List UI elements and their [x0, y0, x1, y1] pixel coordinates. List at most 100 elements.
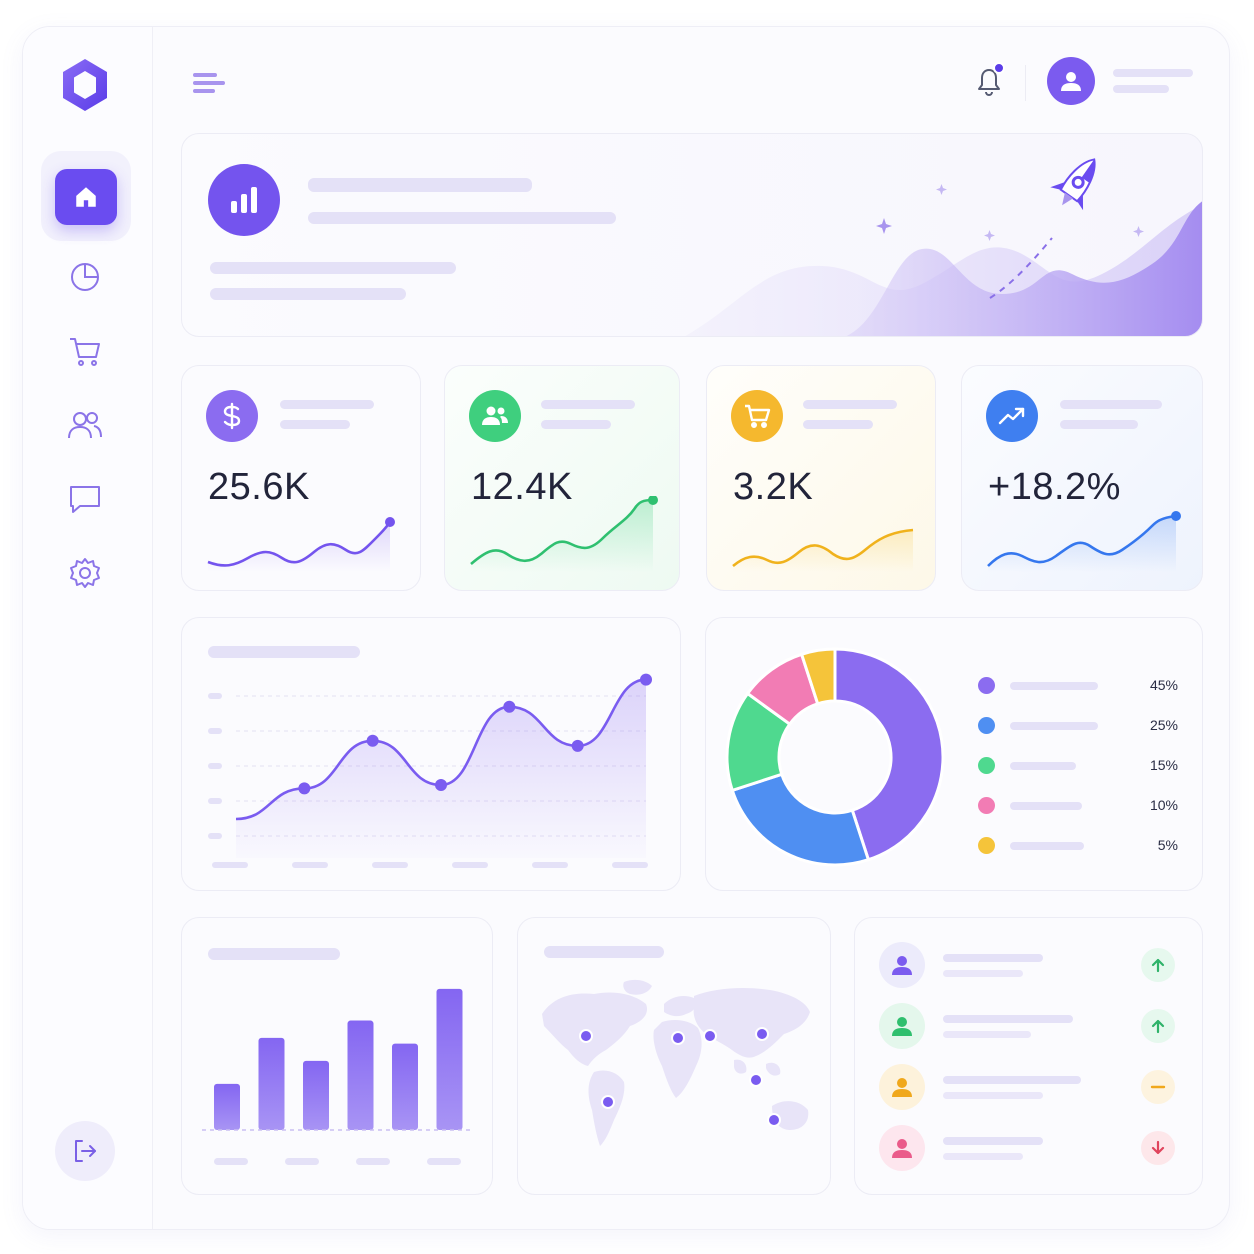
sidebar [23, 27, 153, 1229]
activity-item[interactable] [879, 1064, 1179, 1112]
activity-title-placeholder [943, 1015, 1073, 1023]
menu-icon[interactable] [191, 69, 227, 97]
bar [347, 1020, 374, 1130]
activity-subtitle-placeholder [943, 1092, 1043, 1099]
user-avatar[interactable] [1047, 57, 1095, 105]
bar [214, 1083, 240, 1130]
line-point [435, 779, 447, 791]
pie-chart-icon[interactable] [65, 257, 105, 297]
hero-title-placeholder [308, 178, 532, 192]
topbar-divider [1025, 65, 1026, 101]
hero-banner [181, 133, 1203, 337]
users-icon [469, 390, 521, 442]
users-icon[interactable] [65, 405, 105, 445]
y-tick-placeholder [208, 798, 222, 804]
activity-title-placeholder [943, 1137, 1043, 1145]
donut-chart-card: 45% 25% 15% 10% 5% [705, 617, 1203, 891]
y-tick-placeholder [208, 763, 222, 769]
activity-title-placeholder [943, 954, 1043, 962]
legend-item[interactable]: 10% [978, 796, 1178, 816]
legend-dot [978, 797, 995, 814]
stat-card-users[interactable]: 12.4K [444, 365, 680, 591]
bar [303, 1060, 329, 1130]
gear-icon[interactable] [65, 553, 105, 593]
activity-item[interactable] [879, 1125, 1179, 1173]
activity-subtitle-placeholder [943, 1153, 1023, 1160]
activity-list-card [854, 917, 1203, 1195]
line-chart [208, 673, 652, 868]
bar [392, 1043, 418, 1130]
sparkline-orders [732, 528, 914, 572]
hero-subtitle-placeholder [308, 212, 616, 224]
logout-button[interactable] [55, 1121, 115, 1181]
x-tick-placeholder [214, 1158, 248, 1165]
user-role-placeholder [1113, 85, 1169, 93]
avatar [879, 1064, 925, 1110]
legend-item[interactable]: 25% [978, 716, 1178, 736]
arrow-down-icon [1141, 1131, 1175, 1165]
stat-label-placeholder [803, 400, 897, 409]
stat-label-placeholder [280, 400, 374, 409]
stat-label-placeholder [541, 420, 611, 429]
sidebar-item-home[interactable] [41, 151, 131, 241]
y-tick-placeholder [208, 833, 222, 839]
world-map-icon [542, 979, 810, 1146]
chat-icon[interactable] [65, 479, 105, 519]
legend-percent: 45% [1149, 677, 1178, 693]
stat-card-growth[interactable]: +18.2% [961, 365, 1203, 591]
legend-dot [978, 757, 995, 774]
hero-wave-illustration [685, 158, 1202, 336]
bar-chart-icon [208, 164, 280, 236]
x-tick-placeholder [285, 1158, 319, 1165]
line-point [640, 673, 652, 686]
legend-item[interactable]: 45% [978, 676, 1178, 696]
legend-item[interactable]: 5% [978, 836, 1178, 856]
user-icon [1061, 72, 1081, 91]
stat-card-revenue[interactable]: 25.6K [181, 365, 421, 591]
user-icon [892, 956, 912, 975]
arrow-up-icon [1141, 948, 1175, 982]
legend-label-placeholder [1010, 802, 1082, 810]
donut-chart [725, 647, 945, 867]
minus-icon [1141, 1070, 1175, 1104]
user-icon [892, 1078, 912, 1097]
sparkline-revenue [207, 517, 395, 572]
trend-up-icon [986, 390, 1038, 442]
world-map-card [517, 917, 831, 1195]
line-point [298, 782, 311, 795]
avatar [879, 942, 925, 988]
bar-chart [202, 988, 474, 1165]
home-icon[interactable] [55, 169, 117, 225]
avatar [879, 1125, 925, 1171]
activity-subtitle-placeholder [943, 1031, 1031, 1038]
stat-label-placeholder [1060, 420, 1138, 429]
x-tick-placeholder [292, 862, 328, 868]
cart-icon[interactable] [65, 331, 105, 371]
map-title-placeholder [544, 946, 664, 958]
line-point [503, 700, 516, 713]
activity-subtitle-placeholder [943, 970, 1023, 977]
logout-icon [75, 1140, 96, 1162]
legend-dot [978, 837, 995, 854]
legend-percent: 10% [1149, 797, 1178, 813]
bell-icon[interactable] [969, 61, 1009, 101]
legend-dot [978, 677, 995, 694]
legend-dot [978, 717, 995, 734]
bar [258, 1037, 285, 1130]
cart-icon [731, 390, 783, 442]
line-point [366, 734, 379, 747]
stat-label-placeholder [280, 420, 350, 429]
donut-slice [730, 772, 871, 867]
stat-label-placeholder [1060, 400, 1162, 409]
legend-label-placeholder [1010, 762, 1076, 770]
legend-label-placeholder [1010, 842, 1084, 850]
hexagon-logo-icon[interactable] [59, 57, 111, 113]
legend-item[interactable]: 15% [978, 756, 1178, 776]
arrow-up-icon [1141, 1009, 1175, 1043]
rocket-icon [1050, 158, 1096, 211]
legend-label-placeholder [1010, 682, 1098, 690]
line-chart-card [181, 617, 681, 891]
stat-card-orders[interactable]: 3.2K [706, 365, 936, 591]
activity-item[interactable] [879, 942, 1179, 990]
activity-item[interactable] [879, 1003, 1179, 1051]
